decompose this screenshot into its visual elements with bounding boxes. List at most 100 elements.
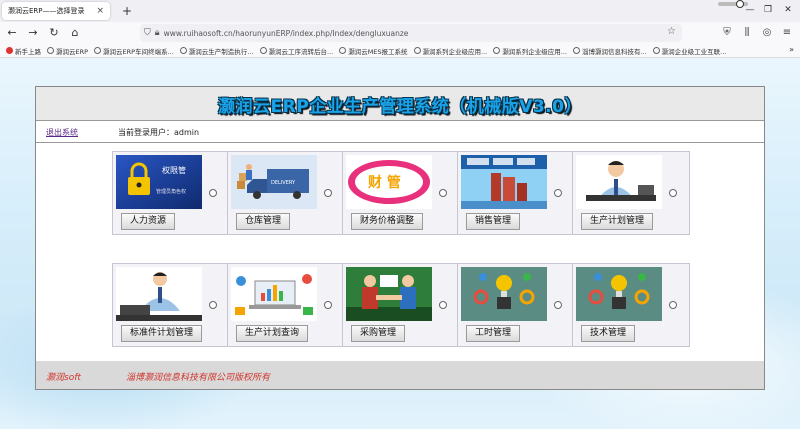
warehouse-button[interactable]: 仓库管理 [236, 213, 291, 230]
module-production-plan[interactable]: 生产计划管理 [572, 151, 690, 235]
globe-icon [47, 47, 54, 54]
bookmark-item[interactable]: 灏润企业级工业互联... [652, 46, 726, 56]
globe-icon [259, 47, 267, 54]
app-header: 灏润云ERP企业生产管理系统（机械版V3.0） [36, 87, 764, 121]
module-radio[interactable] [439, 189, 447, 197]
finance-image-label: 财 管 [367, 174, 401, 191]
analytics-laptop-icon [231, 267, 317, 321]
module-radio[interactable] [669, 301, 677, 309]
hr-button[interactable]: 人力资源 [121, 213, 176, 230]
bookmark-item[interactable]: 灏润系列企业级应用... [493, 46, 567, 56]
tab-title: 灏润云ERP——选择登录 [8, 7, 85, 15]
work-hours-button[interactable]: 工时管理 [466, 325, 521, 342]
module-finance[interactable]: 财 管 财务价格调整 [342, 151, 460, 235]
module-radio[interactable] [209, 301, 217, 309]
bookmark-star-icon[interactable]: ☆ [667, 26, 676, 37]
module-radio[interactable] [439, 301, 447, 309]
home-icon[interactable]: ⌂ [66, 24, 84, 42]
module-sales[interactable]: 销售管理 [457, 151, 575, 235]
bookmark-item[interactable]: 灏润云MES报工系统 [339, 46, 408, 56]
lock-icon[interactable]: 🔒︎ [155, 28, 160, 38]
module-radio[interactable] [669, 189, 677, 197]
warehouse-image-label: DELIVERY [271, 180, 296, 186]
lightbulb-gears-icon [576, 267, 662, 321]
sales-chart-icon [461, 155, 547, 209]
bookmark-label: 灏润云MES报工系统 [348, 47, 408, 56]
address-bar[interactable]: ⛉ 🔒︎ www.ruihaosoft.cn/haorunyunERP/inde… [140, 24, 682, 42]
bookmark-item[interactable]: 灏润云ERP [47, 46, 88, 56]
footer: 灏润soft 淄博灏润信息科技有限公司版权所有 [36, 361, 764, 389]
finance-banner-icon: 财 管 [346, 155, 432, 209]
sales-button[interactable]: 销售管理 [466, 213, 521, 230]
businessman-laptop-icon [116, 267, 202, 321]
bookmark-label: 灏润云生产制造执行... [188, 47, 254, 56]
padlock-hr-icon: 权限管 管理员角色权 [116, 155, 202, 209]
bookmark-label: 灏润云工序流转后台... [268, 47, 334, 56]
shield-icon[interactable]: ⛉ [144, 28, 151, 38]
footer-copyright: 淄博灏润信息科技有限公司版权所有 [126, 373, 271, 383]
globe-icon [94, 47, 102, 54]
bookmark-label: 灏润系列企业级应用... [422, 47, 488, 56]
menu-icon[interactable]: ≡ [778, 24, 796, 42]
firefox-icon [6, 47, 13, 54]
navigation-bar: ← → ↻ ⌂ ⛉ 🔒︎ www.ruihaosoft.cn/haorunyun… [0, 22, 800, 44]
module-hr[interactable]: 权限管 管理员角色权 人力资源 [112, 151, 230, 235]
module-production-query[interactable]: 生产计划查询 [227, 263, 345, 347]
globe-icon [572, 47, 580, 54]
pocket-icon[interactable]: ⛨ [718, 24, 736, 42]
handshake-icon [346, 267, 432, 321]
reload-icon[interactable]: ↻ [45, 24, 63, 42]
hr-image-sublabel: 管理员角色权 [156, 188, 186, 195]
production-query-button[interactable]: 生产计划查询 [236, 325, 309, 342]
bookmark-label: 灏润系列企业级应用... [502, 47, 567, 56]
library-icon[interactable]: ⫼ [738, 24, 756, 42]
module-standard-parts[interactable]: 标准件计划管理 [112, 263, 230, 347]
technology-button[interactable]: 技术管理 [581, 325, 636, 342]
user-bar: 退出系统 当前登录用户：admin [36, 123, 764, 143]
bookmarks-more-icon[interactable]: » [789, 45, 794, 54]
bookmark-label: 淄博灏润信息科技有... [581, 47, 647, 56]
bookmark-item[interactable]: 新手上路 [6, 46, 41, 56]
current-user-label: 当前登录用户：admin [118, 128, 200, 137]
module-radio[interactable] [324, 301, 332, 309]
globe-icon [179, 47, 187, 54]
forward-icon[interactable]: → [24, 24, 42, 42]
module-work-hours[interactable]: 工时管理 [457, 263, 575, 347]
delivery-truck-icon: DELIVERY [231, 155, 317, 209]
bookmark-item[interactable]: 灏润云生产制造执行... [179, 46, 254, 56]
finance-button[interactable]: 财务价格调整 [351, 213, 424, 230]
globe-icon [339, 47, 347, 54]
purchasing-button[interactable]: 采购管理 [351, 325, 406, 342]
businessman-desk-icon [576, 155, 662, 209]
account-icon[interactable]: ◎ [758, 24, 776, 42]
module-radio[interactable] [554, 189, 562, 197]
lightbulb-gears-icon [461, 267, 547, 321]
bookmark-item[interactable]: 淄博灏润信息科技有... [572, 46, 647, 56]
bookmark-item[interactable]: 灏润系列企业级应用... [413, 46, 488, 56]
close-window-icon[interactable]: ✕ [780, 5, 796, 17]
minimize-icon[interactable]: — [742, 5, 758, 17]
bookmark-item[interactable]: 灏润云ERP车间终端系... [94, 46, 174, 56]
module-radio[interactable] [554, 301, 562, 309]
standard-parts-button[interactable]: 标准件计划管理 [121, 325, 203, 342]
restore-icon[interactable]: ❐ [760, 5, 776, 17]
module-purchasing[interactable]: 采购管理 [342, 263, 460, 347]
new-tab-button[interactable]: + [120, 4, 134, 18]
tab-close-icon[interactable]: × [96, 6, 104, 16]
bookmark-label: 新手上路 [15, 47, 41, 56]
browser-tab[interactable]: 灏润云ERP——选择登录 × [2, 2, 110, 20]
module-warehouse[interactable]: DELIVERY 仓库管理 [227, 151, 345, 235]
module-technology[interactable]: 技术管理 [572, 263, 690, 347]
browser-tab-bar: 灏润云ERP——选择登录 × + — ❐ ✕ [0, 0, 800, 22]
logout-link[interactable]: 退出系统 [46, 127, 78, 138]
module-radio[interactable] [209, 189, 217, 197]
hr-image-label: 权限管 [162, 165, 186, 175]
url-text[interactable]: www.ruihaosoft.cn/haorunyunERP/index.php… [164, 29, 409, 38]
globe-icon [413, 47, 421, 54]
module-radio[interactable] [324, 189, 332, 197]
globe-icon [493, 47, 501, 54]
back-icon[interactable]: ← [3, 24, 21, 42]
production-plan-button[interactable]: 生产计划管理 [581, 213, 654, 230]
bookmark-item[interactable]: 灏润云工序流转后台... [259, 46, 334, 56]
globe-icon [652, 47, 660, 54]
